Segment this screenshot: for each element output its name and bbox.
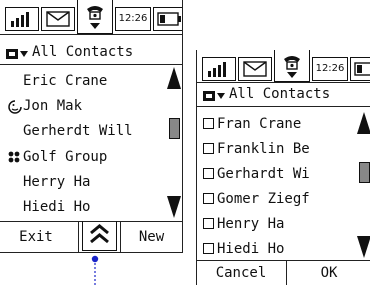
- ok-label: OK: [320, 265, 338, 281]
- checkbox[interactable]: [203, 142, 214, 154]
- phone-handset-icon[interactable]: [274, 50, 310, 82]
- list-item[interactable]: Henry Ha: [203, 211, 284, 237]
- status-bar: 12:26: [197, 50, 370, 83]
- checkbox[interactable]: [203, 217, 214, 229]
- scroll-up-arrow-icon[interactable]: [167, 67, 181, 89]
- contacts-checklist: Fran Crane Franklin Be Gerhardt Wi Gomer…: [197, 107, 370, 257]
- contacts-filter-title: All Contacts: [229, 86, 331, 102]
- battery-icon: [153, 7, 182, 31]
- exit-button[interactable]: Exit: [0, 222, 72, 252]
- list-item[interactable]: Franklin Be: [203, 136, 310, 162]
- clock-time: 12:26: [115, 7, 151, 31]
- list-item[interactable]: Eric Crane: [23, 68, 107, 94]
- checkbox[interactable]: [203, 192, 214, 204]
- signal-strength-icon: [5, 7, 39, 31]
- list-item[interactable]: Gerhardt Wi: [203, 161, 310, 187]
- contact-name: Franklin Be: [217, 141, 310, 157]
- scroll-thumb[interactable]: [359, 162, 370, 183]
- checkbox[interactable]: [203, 242, 214, 254]
- message-envelope-icon[interactable]: [238, 57, 272, 81]
- smiley-icon: [7, 93, 23, 119]
- right-phone-screen: 12:26 All Contacts Fran Crane Franklin B…: [196, 50, 370, 285]
- callout-pointer: [89, 254, 101, 285]
- contacts-dropdown-icon[interactable]: [202, 87, 228, 101]
- contact-name: Fran Crane: [217, 116, 302, 132]
- contacts-filter-title: All Contacts: [32, 44, 134, 60]
- contacts-filter-header[interactable]: All Contacts: [197, 82, 370, 107]
- contact-name: Gerhardt Wi: [217, 166, 310, 182]
- contact-name: Eric Crane: [23, 73, 108, 89]
- contacts-filter-header[interactable]: All Contacts: [0, 40, 182, 65]
- scroll-down-arrow-icon[interactable]: [167, 196, 181, 218]
- double-chevron-up-icon: [90, 224, 109, 244]
- group-icon: [7, 144, 23, 170]
- checkbox[interactable]: [203, 117, 214, 129]
- contact-name: Hiedi Ho: [23, 199, 91, 215]
- contact-name: Henry Ha: [217, 216, 285, 232]
- contacts-dropdown-icon[interactable]: [5, 45, 31, 59]
- status-bar: 12:26: [0, 0, 182, 35]
- list-item[interactable]: Gerherdt Will: [23, 118, 133, 144]
- contacts-list: Eric Crane Jon Mak Gerherdt Will Golf Gr…: [0, 66, 182, 220]
- contact-name: Hiedi Ho: [217, 241, 285, 257]
- contact-name: Golf Group: [23, 149, 108, 165]
- list-item[interactable]: Herry Ha: [23, 169, 90, 195]
- list-item[interactable]: Fran Crane: [203, 111, 301, 137]
- signal-strength-icon: [202, 57, 236, 81]
- divider: [78, 222, 79, 252]
- list-item[interactable]: Hiedi Ho: [203, 236, 284, 262]
- list-item[interactable]: Hiedi Ho: [23, 194, 90, 220]
- cancel-button[interactable]: Cancel: [197, 261, 285, 285]
- menu-chevron-button[interactable]: [82, 221, 117, 251]
- scroll-down-arrow-icon[interactable]: [357, 236, 370, 258]
- message-envelope-icon[interactable]: [41, 7, 75, 31]
- scroll-up-arrow-icon[interactable]: [357, 112, 370, 134]
- battery-icon: [350, 57, 370, 81]
- checkbox[interactable]: [203, 167, 214, 179]
- softkey-bar: Exit New: [0, 221, 182, 252]
- clock-time: 12:26: [312, 57, 348, 81]
- new-label: New: [138, 229, 165, 245]
- ok-button[interactable]: OK: [287, 261, 370, 285]
- list-item[interactable]: Jon Mak: [7, 93, 82, 119]
- contact-name: Herry Ha: [23, 174, 91, 190]
- contact-name: Gomer Ziegf: [217, 191, 310, 207]
- contact-name: Gerherdt Will: [23, 123, 133, 139]
- list-item[interactable]: Golf Group: [7, 144, 107, 170]
- contact-name: Jon Mak: [23, 98, 83, 114]
- exit-label: Exit: [19, 229, 53, 245]
- softkey-bar: Cancel OK: [197, 260, 370, 285]
- list-item[interactable]: Gomer Ziegf: [203, 186, 310, 212]
- phone-handset-icon[interactable]: [77, 0, 113, 34]
- left-phone-screen: 12:26 All Contacts Eric Crane Jon Mak Ge…: [0, 0, 183, 253]
- cancel-label: Cancel: [215, 265, 267, 281]
- scroll-thumb[interactable]: [169, 118, 180, 139]
- new-button[interactable]: New: [121, 222, 182, 252]
